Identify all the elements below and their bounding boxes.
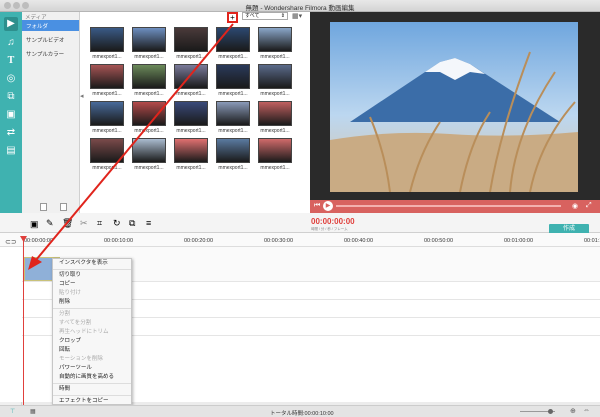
- context-menu-item[interactable]: 時間: [53, 385, 131, 394]
- menu-separator: [53, 269, 131, 270]
- fit-icon[interactable]: ⇔: [583, 407, 590, 414]
- total-time: トータル時間:00:00:10:00: [270, 411, 334, 417]
- context-menu: インスペクタを表示 切り取り コピー 貼り付け削除分割すべてを分割再生ヘッドにトリムク…: [52, 258, 132, 413]
- context-menu-item[interactable]: パワーツール: [53, 364, 131, 373]
- context-menu-item[interactable]: 切り取り: [53, 271, 131, 280]
- context-menu-item: 分割: [59, 311, 71, 317]
- context-menu-item[interactable]: インスペクタを表示: [53, 259, 131, 268]
- context-menu-item[interactable]: 回転: [53, 346, 131, 355]
- context-menu-item: すべてを分割: [59, 320, 92, 326]
- context-menu-item[interactable]: コピー: [53, 280, 131, 289]
- menu-separator: [53, 383, 131, 384]
- context-menu-item: 貼り付け: [59, 290, 82, 296]
- storyboard-icon[interactable]: ▦: [30, 408, 36, 415]
- context-menu-item: 再生ヘッドにトリム: [59, 329, 109, 335]
- context-menu-item[interactable]: 自動的に画質を高める: [53, 373, 131, 382]
- add-track-icon[interactable]: ⊤: [10, 408, 15, 415]
- context-menu-item[interactable]: 削除: [53, 298, 131, 307]
- zoom-slider-knob[interactable]: [548, 409, 553, 414]
- zoom-in-icon[interactable]: ⊕: [570, 407, 576, 415]
- context-menu-item: モーションを削除: [59, 356, 103, 362]
- context-menu-item[interactable]: クロップ: [53, 337, 131, 346]
- menu-separator: [53, 308, 131, 309]
- menu-separator: [53, 395, 131, 396]
- status-bar: ⊤ ▦ トータル時間:00:00:10:00 ⊕ ⇔: [0, 405, 600, 417]
